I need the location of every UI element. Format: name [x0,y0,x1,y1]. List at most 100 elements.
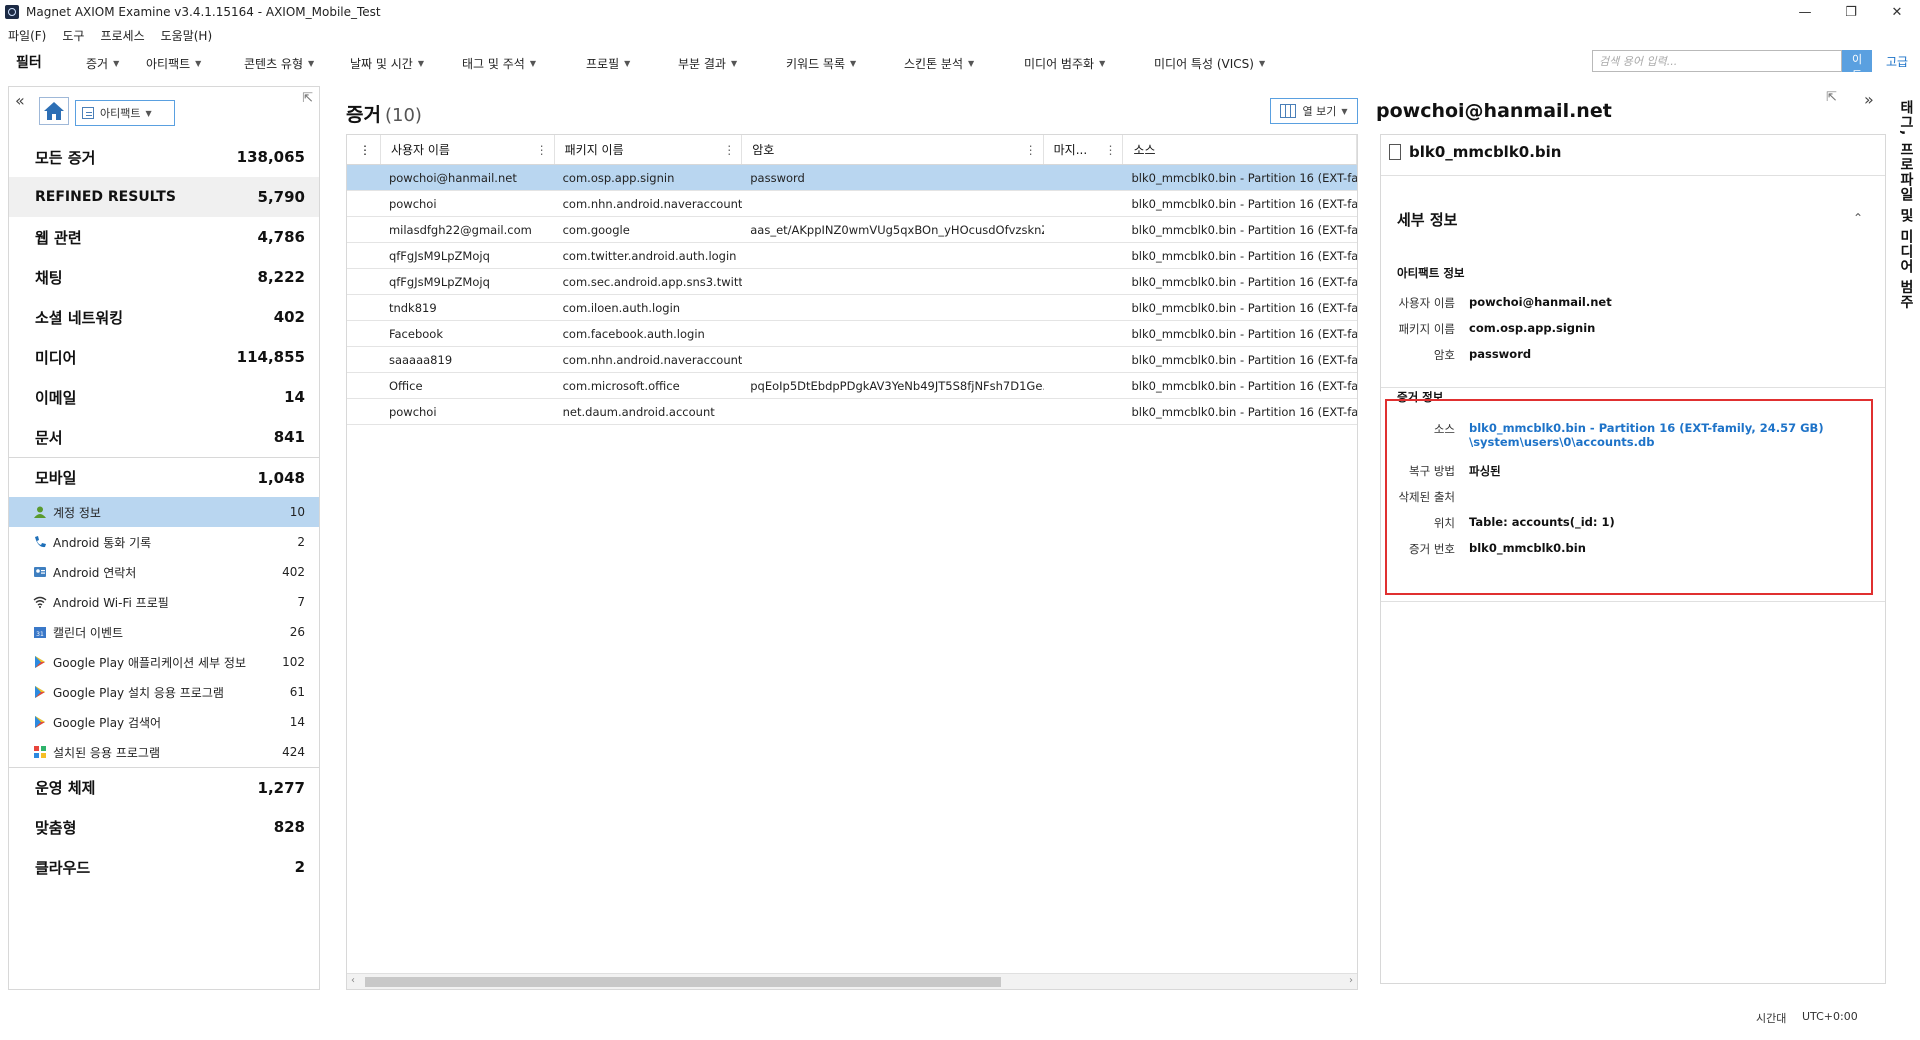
table-row[interactable]: powchoi net.daum.android.account blk0_mmcb… [347,399,1357,425]
subcategory-item[interactable]: Google Play 검색어 14 [9,707,319,737]
subcategory-label-wrap: 설치된 응용 프로그램 [33,744,160,761]
filter-2[interactable]: 아티팩트 ▼ [146,55,201,72]
artifact-view-dropdown[interactable]: 아티팩트 ▼ [75,100,175,126]
category-item[interactable]: 맞춤형 828 [9,807,319,847]
category-item[interactable]: 웹 관련 4,786 [9,217,319,257]
table-row[interactable]: tndk819 com.iloen.auth.login blk0_mmcblk0.… [347,295,1357,321]
table-cell [1044,191,1124,216]
expand-right-icon[interactable]: » [1864,90,1874,109]
category-item[interactable]: 이메일 14 [9,377,319,417]
table-cell: powchoi [388,196,437,211]
grid-column-header[interactable]: 사용자 이름 ⋮ [381,135,555,164]
scroll-left-icon[interactable]: ‹ [351,975,355,986]
menu-process[interactable]: 프로세스 [100,27,144,44]
category-item[interactable]: 모바일 1,048 [9,457,319,497]
menu-file[interactable]: 파일(F) [8,27,46,44]
subcategory-item[interactable]: 설치된 응용 프로그램 424 [9,737,319,767]
table-cell: com.microsoft.office [562,378,680,393]
table-row[interactable]: powchoi com.nhn.android.naveraccount blk0_… [347,191,1357,217]
collapse-up-icon[interactable]: ⌃ [1853,211,1863,225]
category-item[interactable]: 클라우드 2 [9,847,319,887]
grid-header-selector[interactable]: ⋮ [347,135,381,164]
filter-5[interactable]: 태그 및 주석 ▼ [462,55,536,72]
table-row[interactable]: powchoi@hanmail.net com.osp.app.signin pas… [347,165,1357,191]
subcategory-item[interactable]: 31 캘린더 이벤트 26 [9,617,319,647]
filter-label-text: 아티팩트 [146,57,191,71]
grid-column-header[interactable]: 마지... ⋮ [1044,135,1124,164]
filter-1[interactable]: 증거 ▼ [86,55,119,72]
details-content: blk0_mmcblk0.bin 세부 정보 ⌃ 아티팩트 정보 사용자 이름 … [1380,134,1886,984]
subcategory-item[interactable]: Google Play 설치 응용 프로그램 61 [9,677,319,707]
chevron-down-icon: ▼ [1258,59,1266,68]
table-cell: blk0_mmcblk0.bin - Partition 16 (EXT-fa [1131,248,1357,263]
horizontal-scrollbar[interactable]: ‹ › [347,973,1357,989]
source-file[interactable]: blk0_mmcblk0.bin [1389,143,1562,161]
tree-view-icon [82,107,94,119]
search-input[interactable] [1592,50,1842,72]
subcategory-item[interactable]: 계정 정보 10 [9,497,319,527]
category-label: 클라우드 [35,858,91,877]
restore-button[interactable]: ❐ [1828,0,1874,24]
filter-11[interactable]: 미디어 특성 (VICS) ▼ [1154,55,1265,72]
grid-column-header[interactable]: 소스 [1123,135,1357,164]
menu-tools[interactable]: 도구 [62,27,84,44]
category-count: 138,065 [236,148,305,166]
category-item[interactable]: REFINED RESULTS 5,790 [9,177,319,217]
table-row[interactable]: milasdfgh22@gmail.com com.google aas_et/AK… [347,217,1357,243]
collapse-left-icon[interactable]: « [15,91,25,110]
side-tab-tags-profiles[interactable]: 태그, 프로파일 및 미디어 범주 [1890,100,1916,340]
axiom-app-icon [5,5,19,19]
advanced-search-link[interactable]: 고급 [1886,53,1908,70]
artifact-info-header: 아티팩트 정보 [1397,266,1465,280]
filter-9[interactable]: 스킨톤 분석 ▼ [904,55,974,72]
column-menu-icon[interactable]: ⋮ [1025,143,1037,157]
field-label: 암호 [1433,348,1455,362]
subcategory-item[interactable]: Google Play 애플리케이션 세부 정보 102 [9,647,319,677]
category-item[interactable]: 문서 841 [9,417,319,457]
subcategory-item[interactable]: Android Wi-Fi 프로필 7 [9,587,319,617]
minimize-button[interactable]: — [1782,0,1828,24]
filter-3[interactable]: 콘텐츠 유형 ▼ [244,55,314,72]
filter-7[interactable]: 부분 결과 ▼ [678,55,737,72]
svg-text:31: 31 [36,631,44,638]
grid-column-header[interactable]: 패키지 이름 ⋮ [555,135,743,164]
column-menu-icon[interactable]: ⋮ [536,143,548,157]
table-row[interactable]: Office com.microsoft.office pqEoIp5DtEbdpP… [347,373,1357,399]
category-item[interactable]: 운영 체제 1,277 [9,767,319,807]
column-menu-icon[interactable]: ⋮ [359,143,371,157]
search-go-button[interactable]: 이동 [1842,50,1872,82]
table-row[interactable]: qfFgJsM9LpZMojq com.twitter.android.auth.… [347,243,1357,269]
filter-label-text: 미디어 특성 (VICS) [1154,57,1254,71]
category-item[interactable]: 채팅 8,222 [9,257,319,297]
table-row[interactable]: qfFgJsM9LpZMojq com.sec.android.app.sns3.… [347,269,1357,295]
filter-6[interactable]: 프로필 ▼ [586,55,630,72]
filter-8[interactable]: 키워드 목록 ▼ [786,55,856,72]
table-cell: com.osp.app.signin [562,170,675,185]
row-selector [347,191,381,216]
subcategory-item[interactable]: Android 통화 기록 2 [9,527,319,557]
home-button[interactable] [39,97,69,125]
pin-icon[interactable]: ⇱ [302,91,313,106]
category-item[interactable]: 소셜 네트워킹 402 [9,297,319,337]
filter-10[interactable]: 미디어 범주화 ▼ [1024,55,1105,72]
subcategory-label-wrap: Google Play 검색어 [33,714,161,731]
grid-column-header[interactable]: 암호 ⋮ [742,135,1044,164]
table-cell [742,191,1043,216]
table-row[interactable]: Facebook com.facebook.auth.login blk0_mmcb… [347,321,1357,347]
column-menu-icon[interactable]: ⋮ [723,143,735,157]
column-view-button[interactable]: 열 보기 ▼ [1270,98,1358,124]
column-menu-icon[interactable]: ⋮ [1104,143,1116,157]
menu-help[interactable]: 도움말(H) [161,27,213,44]
category-item[interactable]: 모든 증거 138,065 [9,137,319,177]
subcategory-label: Android Wi-Fi 프로필 [53,595,169,610]
category-label: 미디어 [35,348,77,367]
close-button[interactable]: ✕ [1874,0,1920,24]
subcategory-item[interactable]: Android 연락처 402 [9,557,319,587]
pin-icon[interactable]: ⇱ [1826,90,1837,105]
category-item[interactable]: 미디어 114,855 [9,337,319,377]
table-row[interactable]: saaaaa819 com.nhn.android.naveraccount blk… [347,347,1357,373]
scroll-right-icon[interactable]: › [1349,975,1353,986]
scrollbar-thumb[interactable] [365,977,1001,987]
timezone-value[interactable]: UTC+0:00 [1802,1010,1858,1023]
filter-4[interactable]: 날짜 및 시간 ▼ [350,55,424,72]
